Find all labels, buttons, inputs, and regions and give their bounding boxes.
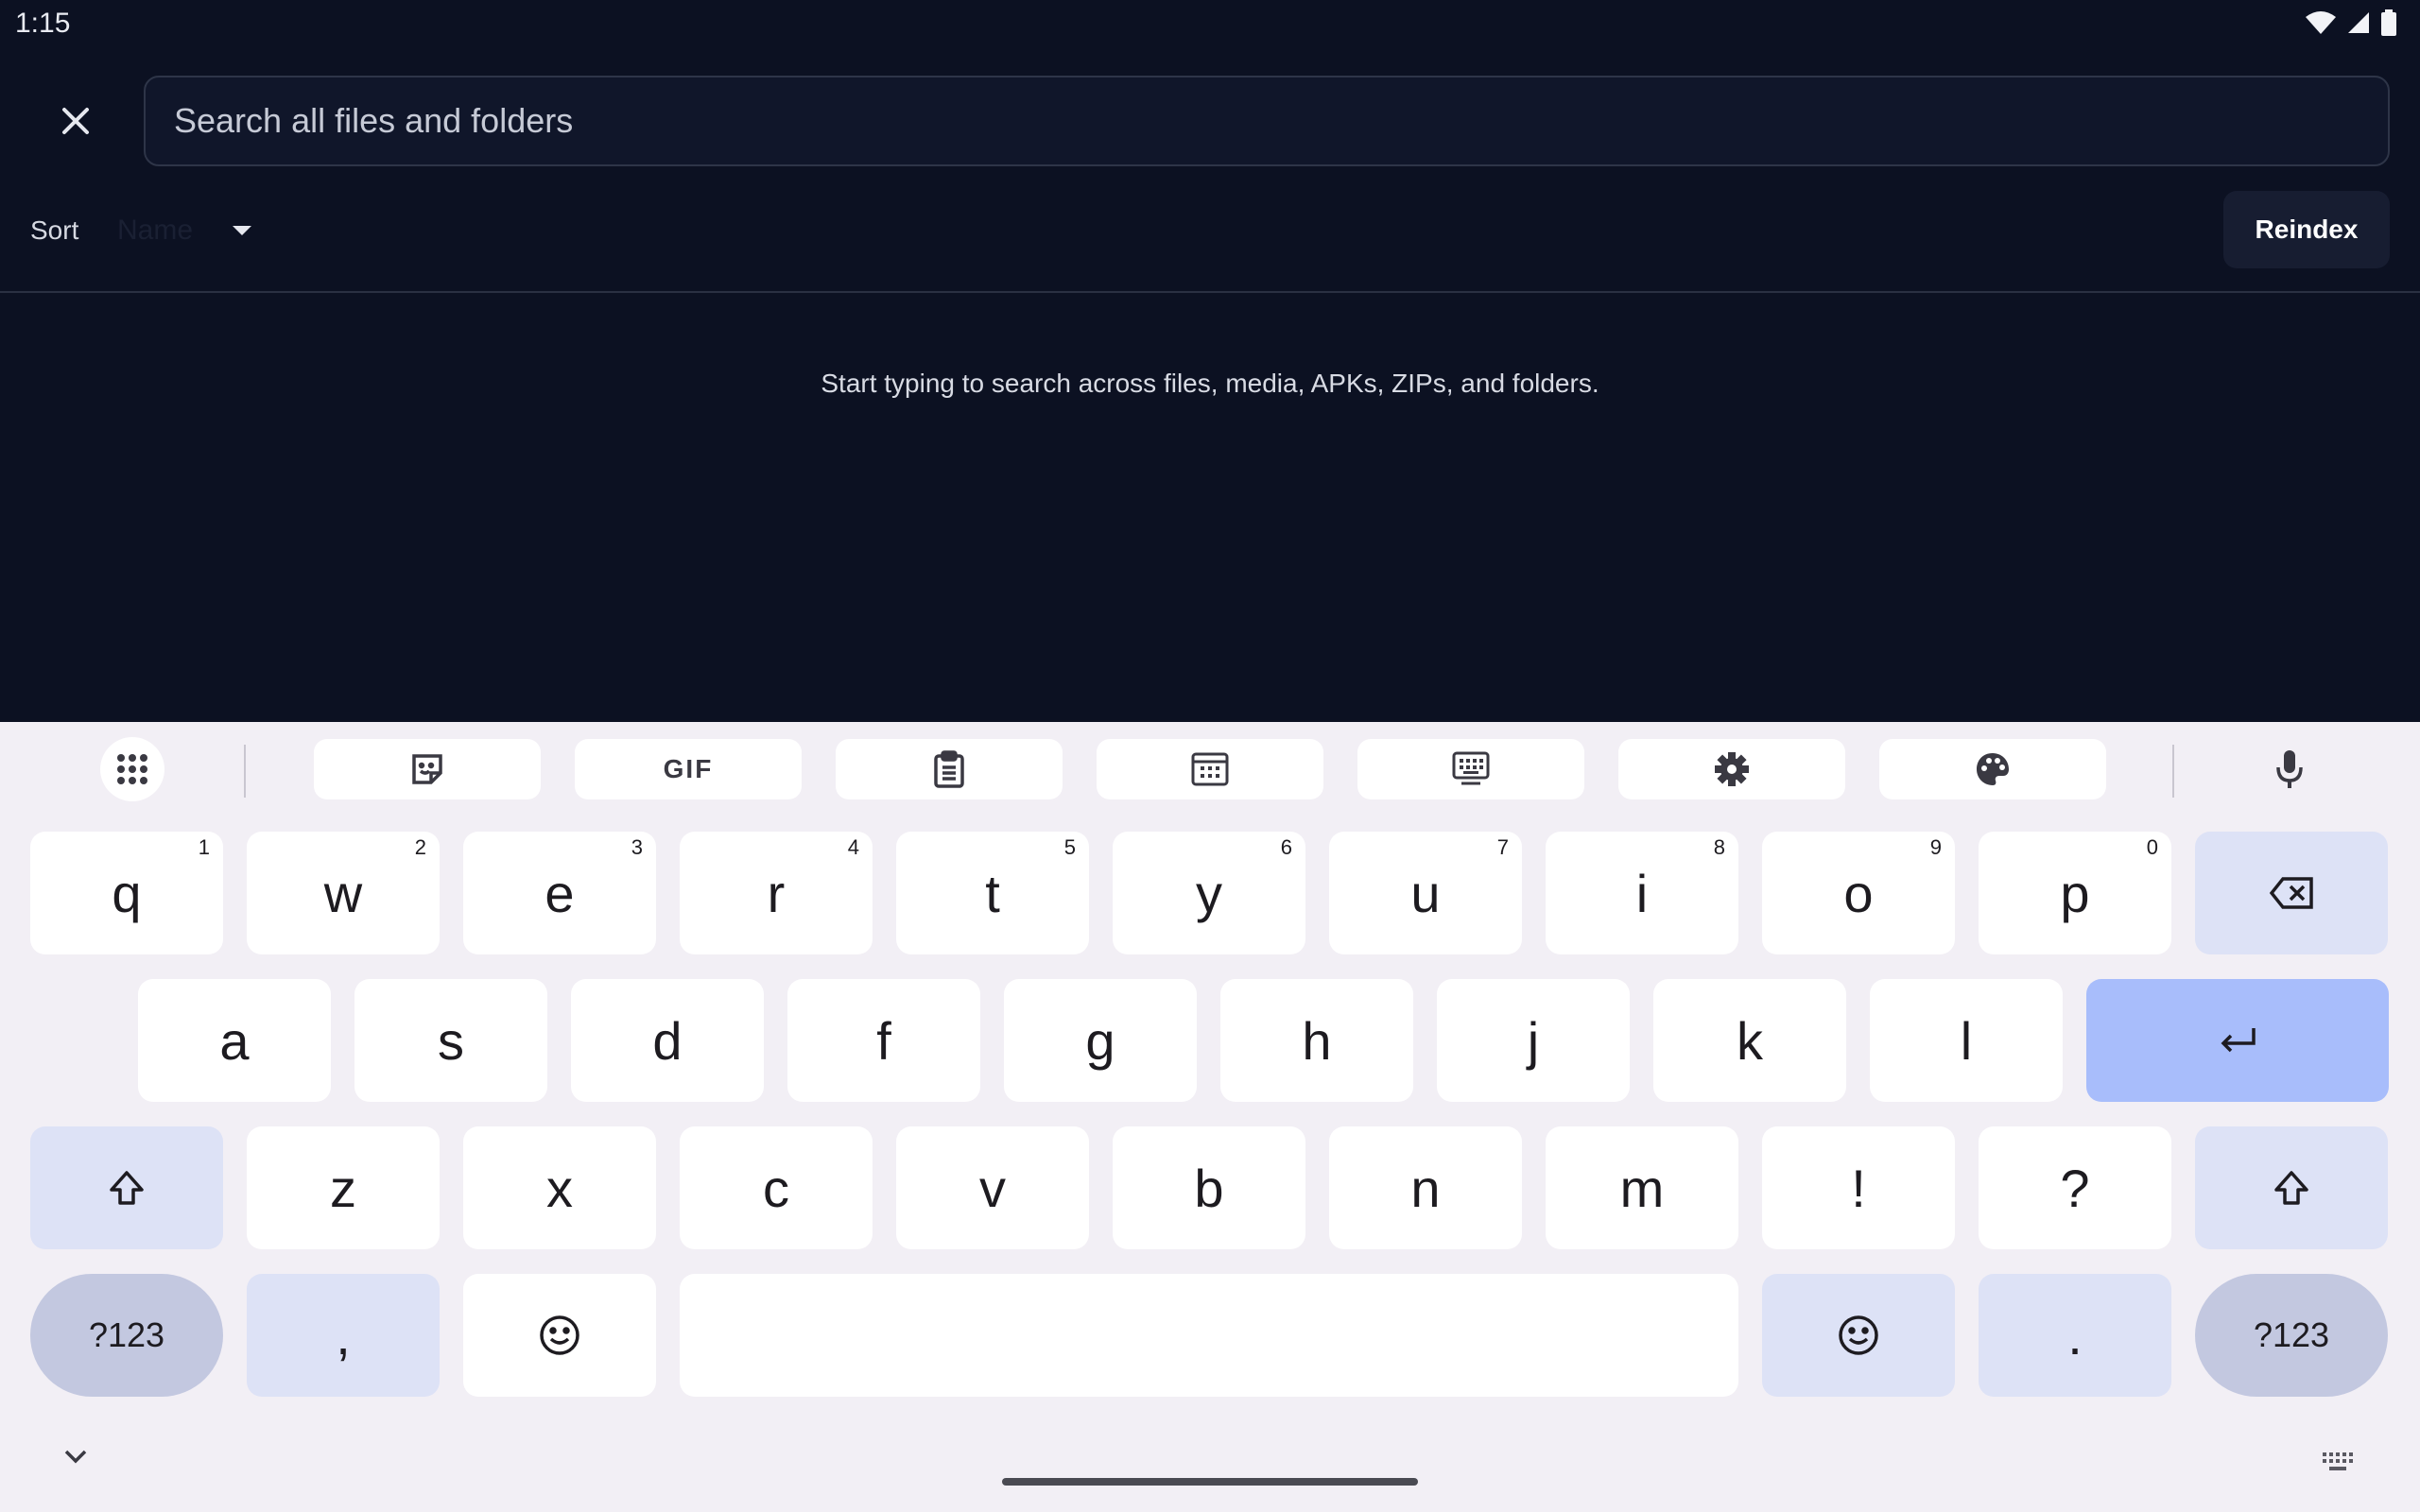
number-pad-icon [1191,752,1229,786]
backspace-icon [2270,877,2313,909]
key-s[interactable]: s [354,979,547,1102]
key-g[interactable]: g [1004,979,1197,1102]
key-l[interactable]: l [1870,979,2063,1102]
key-question[interactable]: ? [1979,1126,2171,1249]
key-m[interactable]: m [1546,1126,1738,1249]
microphone-icon [2276,750,2303,788]
key-r[interactable]: r4 [680,832,873,954]
key-k[interactable]: k [1653,979,1846,1102]
emoji-key-right[interactable] [1762,1274,1955,1397]
floating-keyboard-icon [1452,751,1490,785]
shift-key-right[interactable] [2195,1126,2388,1249]
key-i[interactable]: i8 [1546,832,1738,954]
sort-label: Sort [30,215,79,245]
key-j[interactable]: j [1437,979,1630,1102]
floating-keyboard-button[interactable] [1357,739,1584,799]
shift-key-left[interactable] [30,1126,223,1249]
search-field[interactable] [144,76,2390,166]
key-n[interactable]: n [1329,1126,1522,1249]
sticker-button[interactable] [314,739,541,799]
clipboard-icon [934,750,964,788]
settings-button[interactable] [1618,739,1845,799]
key-p[interactable]: p0 [1979,832,2171,954]
apps-grid-button[interactable] [100,737,164,801]
key-c[interactable]: c [680,1126,873,1249]
toolbar-separator [2172,745,2174,798]
key-comma[interactable]: , [247,1274,440,1397]
space-key[interactable] [680,1274,1738,1397]
key-t[interactable]: t5 [896,832,1089,954]
backspace-key[interactable] [2195,832,2388,954]
gif-icon: GIF [663,754,714,783]
key-v[interactable]: v [896,1126,1089,1249]
emoji-icon [1839,1315,1878,1355]
reindex-button[interactable]: Reindex [2223,191,2390,268]
key-o[interactable]: o9 [1762,832,1955,954]
key-f[interactable]: f [787,979,980,1102]
key-period[interactable]: . [1979,1274,2171,1397]
shift-icon [110,1171,144,1205]
home-indicator[interactable] [1002,1478,1418,1486]
divider [0,291,2420,293]
status-time: 1:15 [15,8,71,39]
theme-button[interactable] [1879,739,2106,799]
key-e[interactable]: e3 [463,832,656,954]
signal-icon [2348,12,2369,33]
number-pad-button[interactable] [1097,739,1323,799]
switch-keyboard-button[interactable] [2322,1452,2354,1477]
enter-key[interactable] [2086,979,2389,1102]
sort-dropdown[interactable]: Name [117,208,253,253]
shift-icon [2274,1171,2308,1205]
key-h[interactable]: h [1220,979,1413,1102]
emoji-key-left[interactable] [463,1274,656,1397]
gif-button[interactable]: GIF [575,739,802,799]
search-input[interactable] [174,77,2388,164]
empty-state-hint: Start typing to search across files, med… [821,369,1599,398]
key-exclamation[interactable]: ! [1762,1126,1955,1249]
emoji-icon [540,1315,579,1355]
key-w[interactable]: w2 [247,832,440,954]
on-screen-keyboard: GIF q1 w2 e3 r4 t5 y6 u7 i8 o9 p0 a s d … [0,722,2420,1512]
voice-input-button[interactable] [2257,737,2322,801]
key-u[interactable]: u7 [1329,832,1522,954]
close-button[interactable] [45,91,106,151]
dropdown-arrow-icon [233,226,252,235]
clipboard-button[interactable] [836,739,1063,799]
status-icons [2305,9,2397,36]
symbols-key-right[interactable]: ?123 [2195,1274,2388,1397]
key-d[interactable]: d [571,979,764,1102]
wifi-icon [2306,11,2336,34]
key-b[interactable]: b [1113,1126,1305,1249]
sticker-icon [412,754,442,784]
enter-icon [2221,1028,2256,1053]
collapse-keyboard-button[interactable] [62,1448,89,1469]
key-q[interactable]: q1 [30,832,223,954]
settings-icon [1715,752,1749,786]
key-x[interactable]: x [463,1126,656,1249]
chevron-down-icon [64,1450,87,1464]
key-y[interactable]: y6 [1113,832,1305,954]
key-z[interactable]: z [247,1126,440,1249]
toolbar-separator [244,745,246,798]
keyboard-icon [2323,1452,2353,1470]
symbols-key-left[interactable]: ?123 [30,1274,223,1397]
battery-icon [2381,9,2396,36]
key-a[interactable]: a [138,979,331,1102]
close-icon [62,108,89,134]
apps-grid-icon [117,754,147,784]
palette-icon [1977,753,2009,785]
sort-value: Name [117,215,194,246]
